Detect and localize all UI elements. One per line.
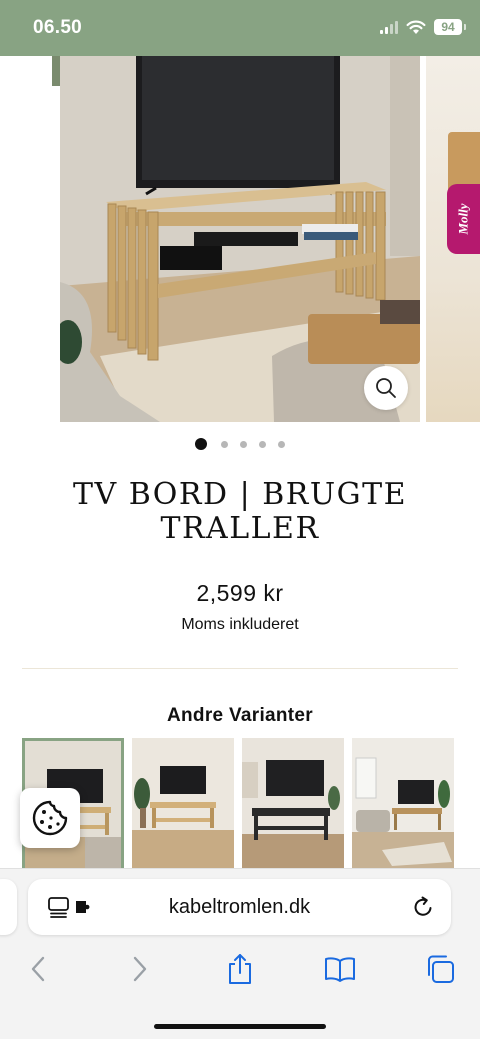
address-bar[interactable]: kabeltromlen.dk xyxy=(28,879,451,935)
pagination-dot-3[interactable] xyxy=(240,440,247,448)
battery-indicator: 94 xyxy=(434,19,466,35)
molly-chat-tab[interactable]: Molly xyxy=(447,184,480,254)
tabs-button[interactable] xyxy=(420,951,460,987)
tabs-icon xyxy=(428,955,454,983)
back-button[interactable] xyxy=(18,951,58,987)
status-time: 06.50 xyxy=(33,17,83,38)
variant-thumbnail-4[interactable] xyxy=(352,738,454,868)
product-title: TV BORD | BRUGTE TRALLER xyxy=(72,477,408,546)
browser-toolbar xyxy=(0,951,480,987)
url-text: kabeltromlen.dk xyxy=(168,896,311,918)
zoom-button[interactable] xyxy=(364,366,408,410)
home-indicator xyxy=(154,1024,326,1029)
tv-bench-product-photo xyxy=(60,56,420,422)
variant-thumbnail-3[interactable] xyxy=(242,738,344,868)
magnifier-icon xyxy=(376,378,396,398)
variant-thumbnail-2[interactable] xyxy=(132,738,234,868)
variants-heading: Andre Varianter xyxy=(167,705,313,726)
pagination-dot-2[interactable] xyxy=(221,440,228,448)
share-icon xyxy=(229,954,251,984)
cellular-signal-icon xyxy=(380,20,398,34)
browser-bottom-bar: kabeltromlen.dk xyxy=(0,868,480,1039)
gallery-slide-previous[interactable] xyxy=(0,56,62,422)
forward-button[interactable] xyxy=(120,951,160,987)
cookie-icon xyxy=(32,800,68,836)
product-price: 2,599 kr xyxy=(196,580,284,606)
variant-thumbnails xyxy=(22,738,458,868)
divider xyxy=(22,668,458,669)
wifi-icon xyxy=(406,20,426,34)
back-icon xyxy=(31,956,45,982)
forward-icon xyxy=(133,956,147,982)
gallery-slide-main-image[interactable] xyxy=(60,56,420,422)
variant-photo-3 xyxy=(242,738,344,868)
gallery-pagination-dots xyxy=(0,438,480,450)
pagination-dot-5[interactable] xyxy=(278,440,285,448)
variant-photo-2 xyxy=(132,738,234,868)
status-icons: 94 xyxy=(380,19,466,35)
pagination-dot-1[interactable] xyxy=(195,438,207,450)
previous-tab-preview[interactable] xyxy=(0,879,17,935)
cookie-settings-button[interactable] xyxy=(20,788,80,848)
status-bar: 06.50 94 xyxy=(0,0,480,56)
bookmarks-button[interactable] xyxy=(320,951,360,987)
product-image-gallery[interactable] xyxy=(0,56,480,422)
variant-photo-4 xyxy=(352,738,454,868)
pagination-dot-4[interactable] xyxy=(259,440,266,448)
molly-tab-label: Molly xyxy=(455,203,471,235)
bookmarks-icon xyxy=(325,957,355,982)
reload-icon[interactable] xyxy=(411,895,435,919)
share-button[interactable] xyxy=(220,951,260,987)
vat-note: Moms inkluderet xyxy=(181,616,299,633)
